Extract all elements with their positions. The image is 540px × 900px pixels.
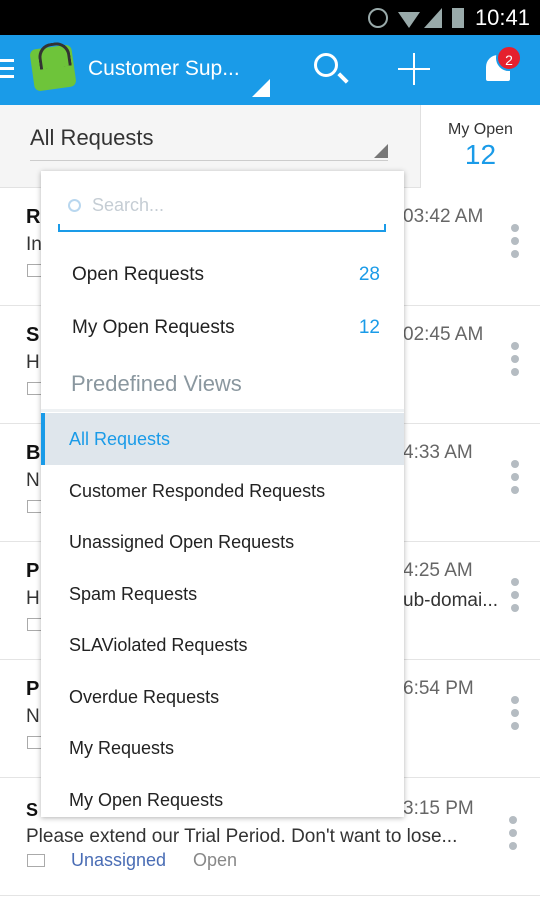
search-icon[interactable]: [314, 53, 338, 77]
more-icon[interactable]: [509, 816, 517, 855]
quick-view-label: Open Requests: [72, 264, 205, 285]
section-header: Predefined Views: [71, 371, 242, 396]
request-subject-tail: ub-domai...: [403, 590, 499, 611]
request-subject: H: [26, 588, 40, 609]
quick-view-count: 28: [358, 264, 380, 285]
status-label: Open: [193, 850, 238, 870]
view-search-field[interactable]: [58, 187, 386, 232]
assignee-label[interactable]: Unassigned: [71, 850, 166, 871]
more-icon[interactable]: [511, 696, 519, 735]
request-subject: Please extend our Trial Period. Don't wa…: [26, 826, 458, 847]
requester-name: B: [26, 442, 41, 464]
notification-badge: 2: [496, 45, 522, 71]
app-header: Customer Sup... 2: [0, 35, 540, 105]
add-icon[interactable]: [398, 53, 430, 85]
request-time: 4:25 AM: [403, 560, 473, 581]
quick-view-my-open-requests[interactable]: My Open Requests 12: [41, 302, 404, 354]
search-icon: [68, 199, 81, 212]
view-item[interactable]: My Requests: [41, 722, 404, 774]
portal-logo: [29, 44, 77, 92]
status-bar: 10:41: [0, 0, 540, 35]
request-subject: In: [26, 234, 42, 255]
more-icon[interactable]: [511, 342, 519, 381]
view-item-selected[interactable]: All Requests: [41, 413, 404, 465]
view-selector[interactable]: All Requests: [30, 125, 388, 161]
view-item[interactable]: Overdue Requests: [41, 671, 404, 723]
alarm-icon: [368, 8, 388, 28]
requester-name: R: [26, 206, 41, 228]
request-subject: N: [26, 706, 40, 727]
view-item[interactable]: My Open Requests: [41, 774, 404, 817]
mail-icon: [27, 854, 45, 867]
more-icon[interactable]: [511, 224, 519, 263]
more-icon[interactable]: [511, 460, 519, 499]
request-time: 03:42 AM: [403, 206, 484, 227]
request-subject: N: [26, 470, 40, 491]
requester-name: P: [26, 678, 40, 700]
quick-view-open-requests[interactable]: Open Requests 28: [41, 249, 404, 301]
dropdown-arrow-icon: [374, 144, 388, 158]
view-item[interactable]: Unassigned Open Requests: [41, 516, 404, 568]
request-subject: H: [26, 352, 40, 373]
divider: [41, 409, 404, 412]
quick-view-count: 12: [358, 317, 380, 338]
request-time: 02:45 AM: [403, 324, 484, 345]
battery-icon: [452, 8, 464, 28]
view-item[interactable]: Spam Requests: [41, 568, 404, 620]
portal-dropdown-icon[interactable]: [252, 79, 270, 97]
view-search-input[interactable]: [92, 195, 372, 216]
requester-name: S: [26, 324, 40, 346]
view-item[interactable]: SLAViolated Requests: [41, 619, 404, 671]
signal-icon: [424, 8, 442, 28]
view-selector-label: All Requests: [30, 125, 154, 150]
view-dropdown: Open Requests 28 My Open Requests 12 Pre…: [41, 171, 404, 817]
wifi-icon: [398, 12, 420, 28]
more-icon[interactable]: [511, 578, 519, 617]
my-open-count: 12: [464, 139, 497, 170]
request-time: 6:54 PM: [403, 678, 474, 699]
clock: 10:41: [474, 5, 530, 30]
portal-title[interactable]: Customer Sup...: [88, 57, 240, 81]
request-time: 4:33 AM: [403, 442, 473, 463]
quick-view-label: My Open Requests: [72, 317, 235, 338]
my-open-counter[interactable]: My Open 12: [420, 105, 540, 188]
my-open-label: My Open: [448, 121, 513, 138]
request-time: 3:15 PM: [403, 798, 474, 819]
requester-name: S: [26, 800, 39, 820]
view-item[interactable]: Customer Responded Requests: [41, 465, 404, 517]
requester-name: P: [26, 560, 40, 582]
menu-icon[interactable]: [0, 59, 14, 83]
